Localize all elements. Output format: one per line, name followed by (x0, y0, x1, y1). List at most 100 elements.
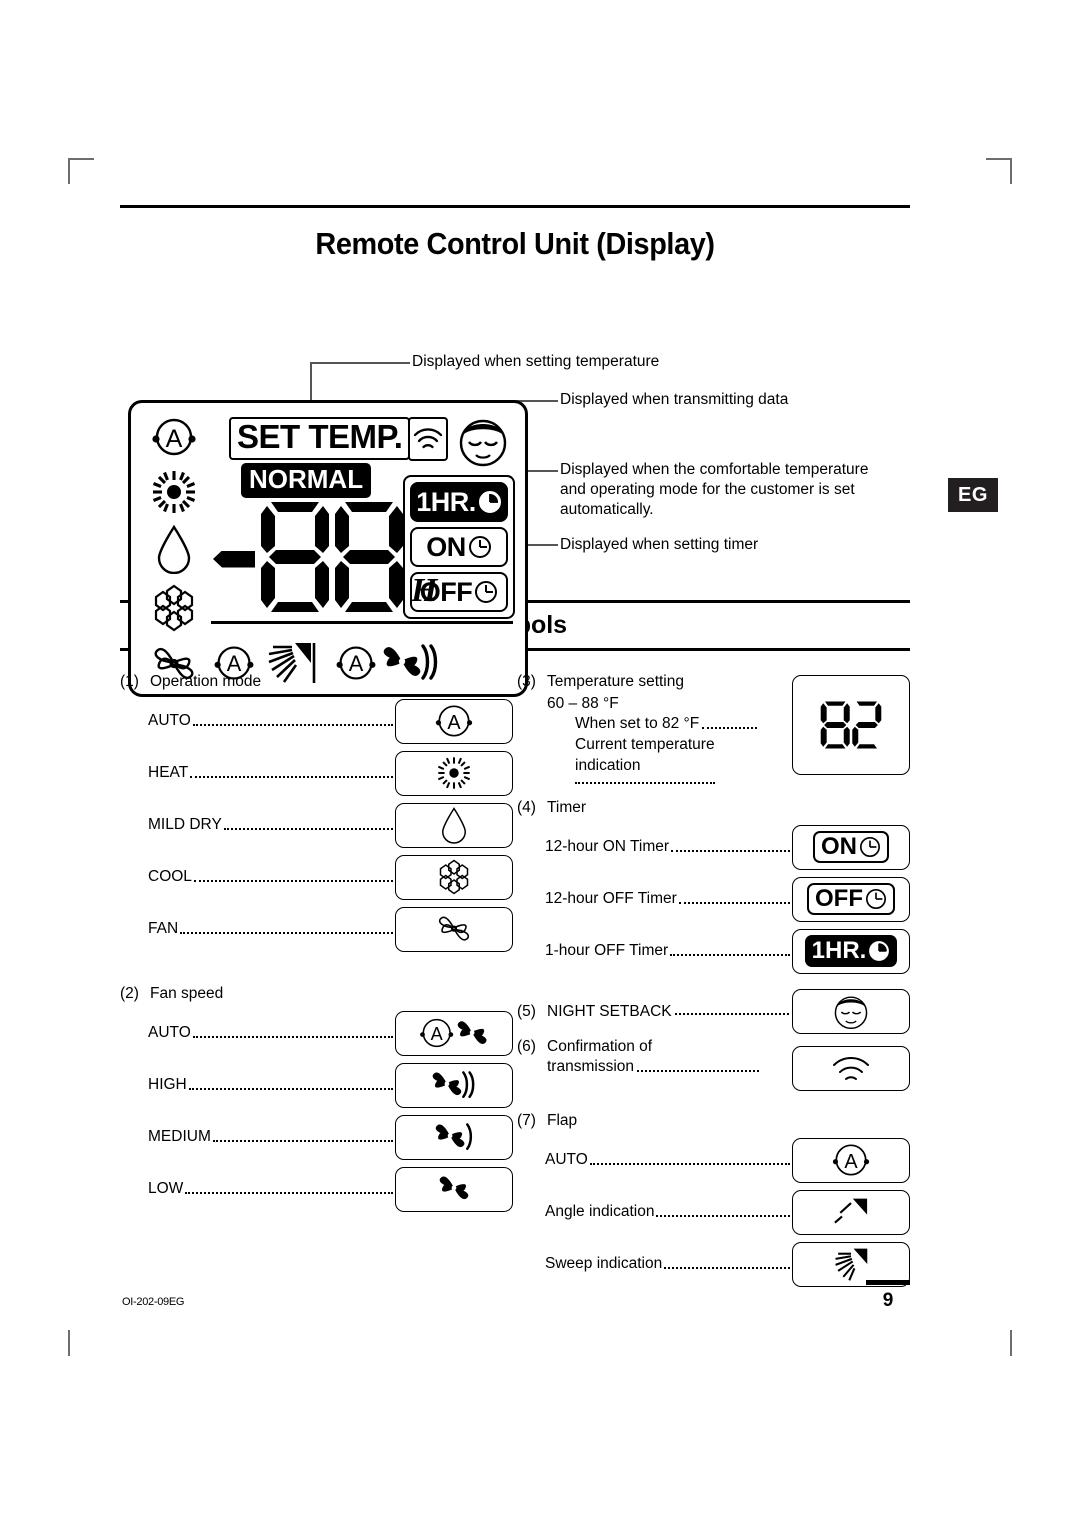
timer-off-chip-label: OFF (815, 885, 863, 912)
symbol-label-line2: transmission (547, 1058, 634, 1075)
timer-1hr-icon: 1HR. (804, 935, 898, 967)
symbols-table: (1) Operation mode AUTO A HEAT MILD DRY … (120, 673, 910, 1290)
leader-dots (185, 1180, 393, 1194)
leader-dots (702, 717, 757, 729)
minus-sign-segment (213, 550, 255, 568)
symbol-label: 12-hour OFF Timer (545, 890, 677, 907)
normal-indicator: NORMAL (241, 463, 372, 498)
symbol-chip-timer-on: ON (792, 824, 910, 870)
lcd-mode-icon-column: A (143, 415, 205, 687)
group-label: Timer (547, 799, 587, 816)
symbol-label: Current temperature indication (575, 736, 715, 774)
transmission-waves-icon (413, 428, 443, 450)
callout-setting-timer: Displayed when setting timer (560, 536, 759, 553)
symbol-chip-fan-medium (395, 1114, 513, 1160)
crop-mark-bottom-right (986, 1330, 1012, 1356)
flap-sweep-icon (835, 1248, 868, 1281)
clock-icon (468, 535, 492, 559)
leader-dots (671, 838, 790, 852)
symbol-label: Angle indication (545, 1203, 655, 1220)
normal-label: NORMAL (249, 464, 364, 494)
symbol-chip-mode-auto: A (395, 698, 513, 744)
symbol-chip-timer-1hr: 1HR. (792, 928, 910, 974)
leader-dots (674, 1003, 789, 1015)
group-label: Flap (547, 1112, 578, 1129)
timer-chip-1hr: 1HR. (410, 482, 508, 522)
group-fan-speed-title: (2) Fan speed (120, 985, 513, 1003)
timer-1hr-chip-label: 1HR. (811, 937, 867, 964)
group-number: (5) (517, 1002, 536, 1020)
auto-mode-icon: A (435, 705, 473, 737)
symbol-chip-flap-angle (792, 1189, 910, 1235)
symbol-label: AUTO (148, 1024, 191, 1041)
symbol-chip-temperature-82 (792, 675, 910, 775)
symbol-chip-fan-auto: A (395, 1010, 513, 1056)
seven-segment-digits (257, 498, 407, 616)
symbol-row-timer-1hr: 1-hour OFF Timer 1HR. (545, 925, 910, 977)
symbol-row-night-setback: (5) NIGHT SETBACK (517, 989, 910, 1034)
symbol-row-mode-auto: AUTO A (148, 695, 513, 747)
mild-dry-droplet-icon (154, 524, 194, 574)
group-number: (3) (517, 673, 536, 690)
crop-mark-top-left (68, 158, 94, 184)
symbol-row-fan-high: HIGH (148, 1059, 513, 1111)
lcd-panel: A SET TEMP. NORMAL H 1HR. ON OFF A A (128, 400, 528, 697)
clock-icon (866, 889, 886, 909)
symbol-row-mode-fan: FAN (148, 903, 513, 955)
symbol-label: When set to 82 °F (575, 715, 700, 732)
callout-comfortable-auto: Displayed when the comfortable temperatu… (560, 461, 869, 518)
clock-icon (478, 490, 502, 514)
group-number: (4) (517, 799, 536, 816)
group-timer-title: (4) Timer (517, 799, 910, 817)
leader-dots (670, 942, 790, 956)
sleeping-face-icon (456, 415, 510, 469)
leader-dots (656, 1203, 790, 1217)
transmission-waves-icon (831, 1056, 871, 1082)
group-label: Operation mode (150, 673, 262, 690)
group-number: (2) (120, 985, 139, 1002)
flap-angle-icon (834, 1198, 868, 1224)
symbol-row-mode-heat: HEAT (148, 747, 513, 799)
symbol-chip-fan-low (395, 1166, 513, 1212)
svg-text:A: A (447, 712, 461, 734)
timer-on-chip-label: ON (821, 833, 857, 860)
symbol-row-mode-cool: COOL (148, 851, 513, 903)
leader-dots (678, 890, 790, 904)
symbol-label: MILD DRY (148, 816, 222, 833)
symbol-label: COOL (148, 868, 192, 885)
symbol-row-temp-set-82: When set to 82 °F (575, 713, 760, 734)
edition-tab-eg: EG (948, 478, 998, 512)
group-number: (7) (517, 1112, 536, 1129)
callout-line-set-temperature-h (310, 362, 410, 364)
symbol-chip-fan-high (395, 1062, 513, 1108)
timer-1hr-label: 1HR. (416, 486, 476, 517)
symbol-chip-mode-heat (395, 750, 513, 796)
auto-mode-icon: A (149, 415, 199, 459)
heat-sun-icon (150, 469, 198, 515)
symbol-chip-transmission (792, 1046, 910, 1091)
flap-auto-icon: A (832, 1144, 870, 1176)
clock-icon (474, 580, 498, 604)
symbol-row-flap-angle: Angle indication (545, 1186, 910, 1238)
group-number: (1) (120, 673, 139, 690)
symbol-chip-night-setback (792, 989, 910, 1034)
leader-dots (212, 1128, 393, 1142)
crop-mark-top-right (986, 158, 1012, 184)
timer-on-icon: ON (813, 831, 889, 863)
leader-dots (637, 1060, 759, 1072)
symbol-label: HEAT (148, 764, 189, 781)
fan-icon (438, 916, 470, 941)
group-label: Fan speed (150, 985, 224, 1002)
symbol-chip-timer-off: OFF (792, 876, 910, 922)
group-number: (6) (517, 1038, 536, 1055)
clock-icon (869, 941, 890, 961)
leader-dots (589, 1151, 790, 1165)
symbol-label: MEDIUM (148, 1128, 211, 1145)
transmission-indicator (408, 417, 448, 461)
fan-auto-icon: A (420, 1018, 487, 1048)
leader-dots (192, 712, 393, 726)
page-title: Remote Control Unit (Display) (315, 226, 715, 261)
symbol-chip-mode-cool (395, 854, 513, 900)
symbol-row-fan-medium: MEDIUM (148, 1111, 513, 1163)
page-content: Remote Control Unit (Display) Displayed … (120, 205, 910, 1290)
